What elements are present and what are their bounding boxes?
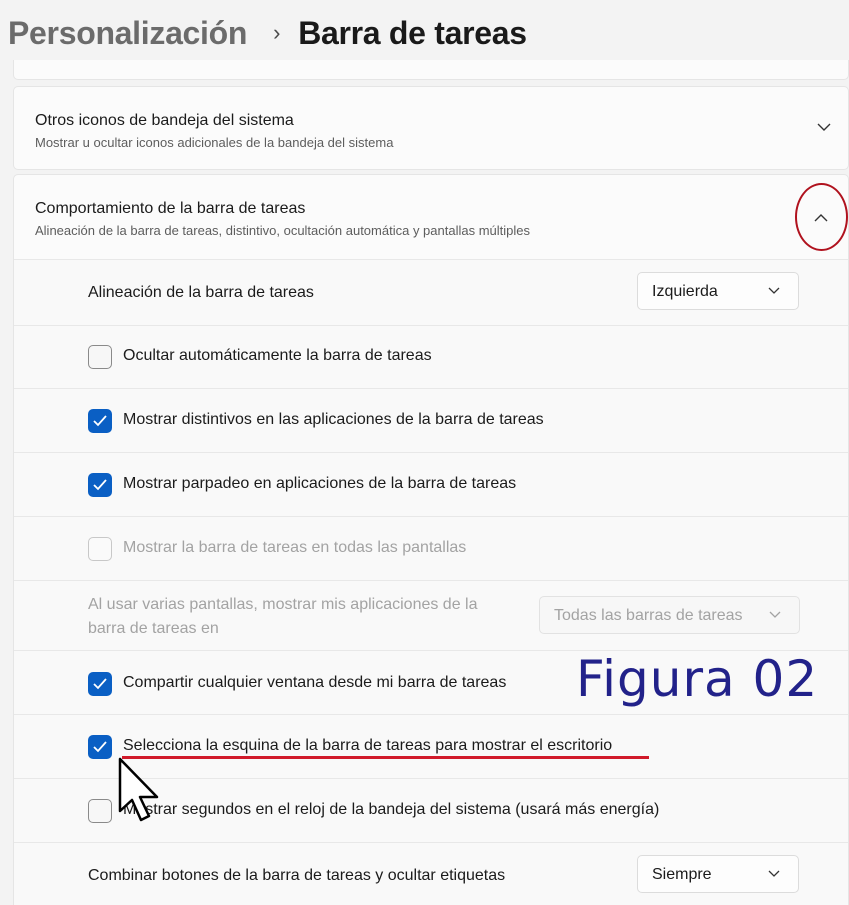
check-icon [93,415,107,427]
check-icon [93,678,107,690]
badges-label: Mostrar distintivos en las aplicaciones … [123,411,544,428]
breadcrumb: Personalización › Barra de tareas [8,10,527,56]
autohide-label: Ocultar automáticamente la barra de tare… [123,347,432,364]
taskbar-behavior-title: Comportamiento de la barra de tareas [35,200,306,217]
alignment-label: Alineación de la barra de tareas [88,284,314,301]
all-displays-label: Mostrar la barra de tareas en todas las … [123,539,467,556]
corner-desktop-label: Selecciona la esquina de la barra de tar… [123,737,613,754]
chevron-down-icon [768,870,780,877]
badges-checkbox[interactable] [88,409,112,433]
previous-section-card [13,60,849,80]
badges-row: Mostrar distintivos en las aplicaciones … [14,388,848,452]
multi-display-dropdown[interactable]: Todas las barras de tareas [539,596,800,634]
share-window-label: Compartir cualquier ventana desde mi bar… [123,674,507,691]
check-icon [93,479,107,491]
flashing-checkbox[interactable] [88,473,112,497]
combine-buttons-value: Siempre [652,866,712,883]
breadcrumb-separator-icon: › [273,20,281,45]
page-title: Barra de tareas [298,14,527,51]
alignment-dropdown[interactable]: Izquierda [637,272,799,310]
seconds-clock-checkbox[interactable] [88,799,112,823]
mouse-pointer-icon [118,757,159,822]
taskbar-behavior-subtitle: Alineación de la barra de tareas, distin… [35,223,530,238]
share-window-checkbox[interactable] [88,672,112,696]
alignment-row: Alineación de la barra de tareas Izquier… [14,259,848,325]
seconds-clock-label: Mostrar segundos en el reloj de la bande… [123,801,660,818]
multi-display-value: Todas las barras de tareas [554,607,743,624]
flashing-label: Mostrar parpadeo en aplicaciones de la b… [123,475,517,492]
alignment-value: Izquierda [652,283,718,300]
tray-icons-subtitle: Mostrar u ocultar iconos adicionales de … [35,135,394,150]
tray-icons-title: Otros iconos de bandeja del sistema [35,112,294,129]
check-icon [93,741,107,753]
multi-display-label-line1: Al usar varias pantallas, mostrar mis ap… [88,596,478,613]
autohide-checkbox[interactable] [88,345,112,369]
combine-buttons-dropdown[interactable]: Siempre [637,855,799,893]
tray-icons-header[interactable]: Otros iconos de bandeja del sistema Most… [14,87,848,171]
combine-buttons-row: Combinar botones de la barra de tareas y… [14,842,848,905]
corner-desktop-checkbox[interactable] [88,735,112,759]
multi-display-label-line2: barra de tareas en [88,620,219,637]
chevron-down-icon [768,287,780,294]
flashing-row: Mostrar parpadeo en aplicaciones de la b… [14,452,848,516]
annotation-underline [122,756,649,759]
combine-buttons-label: Combinar botones de la barra de tareas y… [88,867,506,884]
autohide-row: Ocultar automáticamente la barra de tare… [14,325,848,388]
multi-display-row: Al usar varias pantallas, mostrar mis ap… [14,580,848,650]
figure-annotation: Figura 02 [576,650,819,708]
taskbar-behavior-header[interactable]: Comportamiento de la barra de tareas Ali… [14,175,848,259]
breadcrumb-parent[interactable]: Personalización [8,15,247,52]
tray-icons-section[interactable]: Otros iconos de bandeja del sistema Most… [13,86,849,170]
annotation-circle [795,183,848,251]
all-displays-row: Mostrar la barra de tareas en todas las … [14,516,848,580]
all-displays-checkbox[interactable] [88,537,112,561]
chevron-up-icon[interactable] [813,210,829,226]
chevron-down-icon[interactable] [816,119,832,135]
chevron-down-icon [769,611,781,618]
